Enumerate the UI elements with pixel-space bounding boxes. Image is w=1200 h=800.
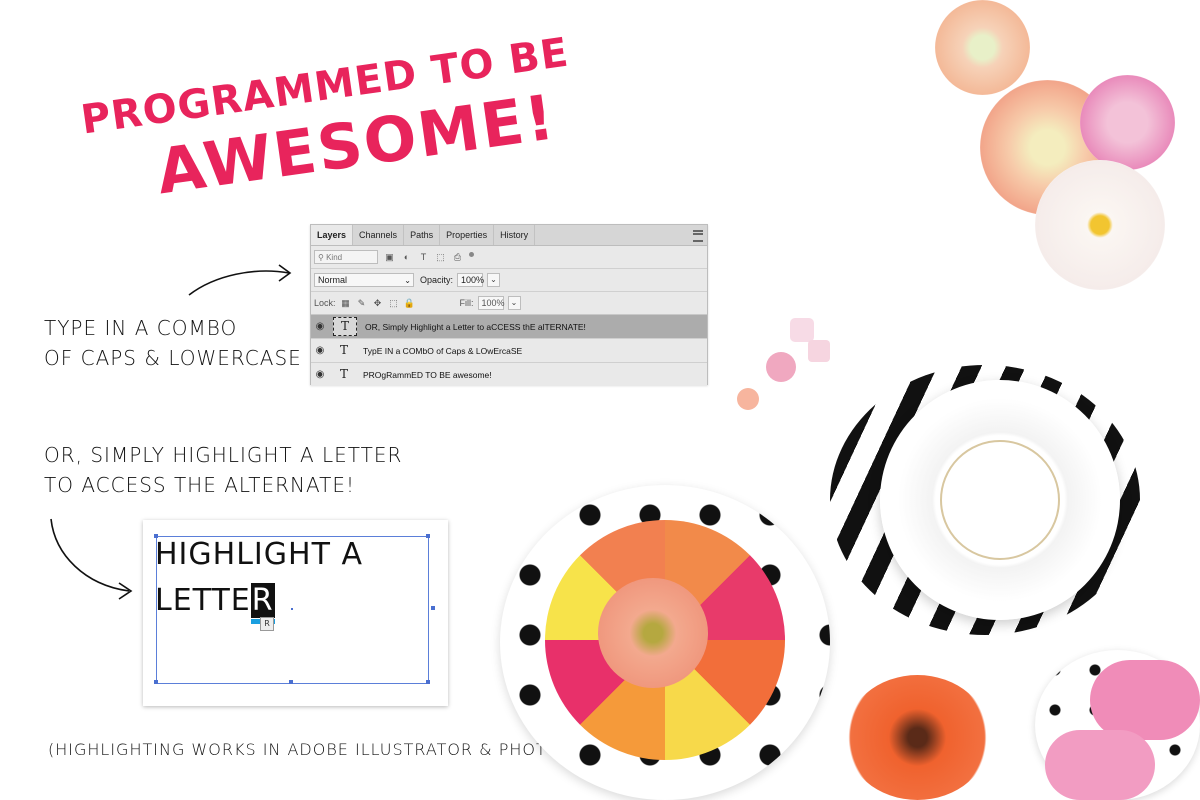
lock-position-icon[interactable]: ✥: [372, 298, 384, 309]
candy-photo: [737, 388, 759, 410]
arrow-to-layers-icon: [188, 264, 292, 296]
lock-all-icon[interactable]: 🔒: [404, 298, 416, 309]
type-in-note: TYPE IN A COMBO OF CAPS & LOWERCASE: [44, 313, 302, 373]
layer-row[interactable]: ◉ T TypE IN a COMbO of Caps & LOwErcaSE: [311, 339, 707, 363]
cursor-dot: [291, 608, 293, 610]
candy-photo: [766, 352, 796, 382]
filter-kind-select[interactable]: ⚲ Kind: [314, 250, 378, 264]
highlight-note: OR, SIMPLY HIGHLIGHT A LETTER TO ACCESS …: [44, 440, 402, 500]
flower-photo: [935, 0, 1030, 95]
blend-mode-select[interactable]: Normal ⌄: [314, 273, 414, 287]
bbox-handle[interactable]: [154, 680, 158, 684]
bbox-handle[interactable]: [289, 680, 293, 684]
headline: PROGRAMMED TO BE AWESOME!: [60, 0, 571, 209]
blend-mode-value: Normal: [318, 275, 348, 285]
macaron-photo: [1090, 660, 1200, 740]
bbox-handle[interactable]: [426, 680, 430, 684]
lock-label: Lock:: [314, 298, 336, 308]
filter-kind-label: Kind: [326, 253, 343, 262]
filter-toggle-icon[interactable]: [469, 251, 474, 257]
type-layer-icon: T: [333, 317, 357, 336]
bbox-handle[interactable]: [431, 606, 435, 610]
fill-input[interactable]: 100%: [477, 296, 505, 310]
blend-chevron-icon: ⌄: [404, 276, 411, 285]
adjustment-filter-icon[interactable]: ◐: [401, 252, 412, 263]
tab-channels[interactable]: Channels: [353, 225, 405, 245]
highlight-line-2: TO ACCESS THE ALTERNATE!: [44, 473, 355, 497]
rose-photo: [598, 578, 708, 688]
type-layer-icon: T: [339, 367, 348, 381]
highlight-line-1: OR, SIMPLY HIGHLIGHT A LETTER: [44, 443, 403, 467]
visibility-eye-icon[interactable]: ◉: [311, 345, 329, 356]
lock-row: Lock: ▦ ✎ ✥ ⬚ 🔒 Fill: 100% ⌄: [311, 292, 707, 315]
arrow-to-card-icon: [50, 518, 133, 600]
type-layer-icon: T: [339, 343, 348, 357]
fill-label: Fill:: [459, 298, 474, 308]
highlight-demo-card: HIGHLIGHT A LETTER R: [143, 520, 448, 706]
opacity-chevron-icon[interactable]: ⌄: [487, 273, 501, 287]
card-text-line-2-prefix: LETTE: [155, 583, 251, 618]
smart-object-filter-icon[interactable]: ⎙: [452, 252, 463, 263]
pixel-filter-icon[interactable]: ▣: [384, 252, 395, 263]
layer-row[interactable]: ◉ T OR, Simply Highlight a Letter to aCC…: [311, 315, 707, 339]
layer-row[interactable]: ◉ T PROgRammED TO BE awesome!: [311, 363, 707, 386]
fill-chevron-icon[interactable]: ⌄: [507, 296, 521, 310]
card-text[interactable]: HIGHLIGHT A LETTER: [155, 532, 363, 624]
visibility-eye-icon[interactable]: ◉: [311, 369, 329, 380]
flower-photo: [1080, 75, 1175, 170]
macaron-photo: [1045, 730, 1155, 800]
opacity-input[interactable]: 100%: [457, 273, 485, 287]
visibility-eye-icon[interactable]: ◉: [311, 321, 329, 332]
shape-filter-icon[interactable]: ⬚: [435, 252, 446, 263]
footer-note: (HIGHLIGHTING WORKS IN ADOBE ILLUSTRATOR…: [48, 740, 620, 759]
lock-pixels-icon[interactable]: ✎: [356, 298, 368, 309]
tab-layers[interactable]: Layers: [311, 225, 354, 245]
card-text-line-2: LETTER: [155, 578, 363, 624]
lock-artboard-icon[interactable]: ⬚: [388, 298, 400, 309]
filter-row: ⚲ Kind ▣ ◐ T ⬚ ⎙: [311, 246, 707, 269]
opacity-value: 100%: [461, 275, 485, 285]
type-in-line-2: OF CAPS & LOWERCASE: [44, 346, 302, 370]
fill-value: 100%: [481, 298, 505, 308]
type-in-line-1: TYPE IN A COMBO: [44, 316, 238, 340]
layers-panel: Layers Channels Paths Properties History…: [310, 224, 708, 386]
bbox-handle[interactable]: [426, 534, 430, 538]
flower-photo: [1035, 160, 1165, 290]
tab-properties[interactable]: Properties: [440, 225, 495, 245]
type-filter-icon[interactable]: T: [418, 252, 429, 263]
lock-transparent-icon[interactable]: ▦: [340, 298, 352, 309]
panel-menu-icon[interactable]: [693, 230, 703, 242]
layer-name: OR, Simply Highlight a Letter to aCCESS …: [365, 321, 586, 332]
tab-paths[interactable]: Paths: [404, 225, 441, 245]
layer-name: PROgRammED TO BE awesome!: [363, 369, 492, 380]
card-text-line-1: HIGHLIGHT A: [155, 537, 363, 572]
candy-photo: [808, 340, 830, 362]
teapot-lid-photo: [940, 440, 1060, 560]
layer-name: TypE IN a COMbO of Caps & LOwErcaSE: [363, 345, 523, 356]
candy-photo: [790, 318, 814, 342]
orange-flower-photo: [845, 675, 990, 800]
panel-tabs: Layers Channels Paths Properties History: [311, 225, 707, 246]
alternate-glyph-popup[interactable]: R: [260, 617, 274, 631]
tab-history[interactable]: History: [494, 225, 536, 245]
opacity-label: Opacity:: [420, 275, 454, 285]
highlighted-letter[interactable]: R: [250, 583, 275, 618]
blend-row: Normal ⌄ Opacity: 100% ⌄: [311, 269, 707, 292]
